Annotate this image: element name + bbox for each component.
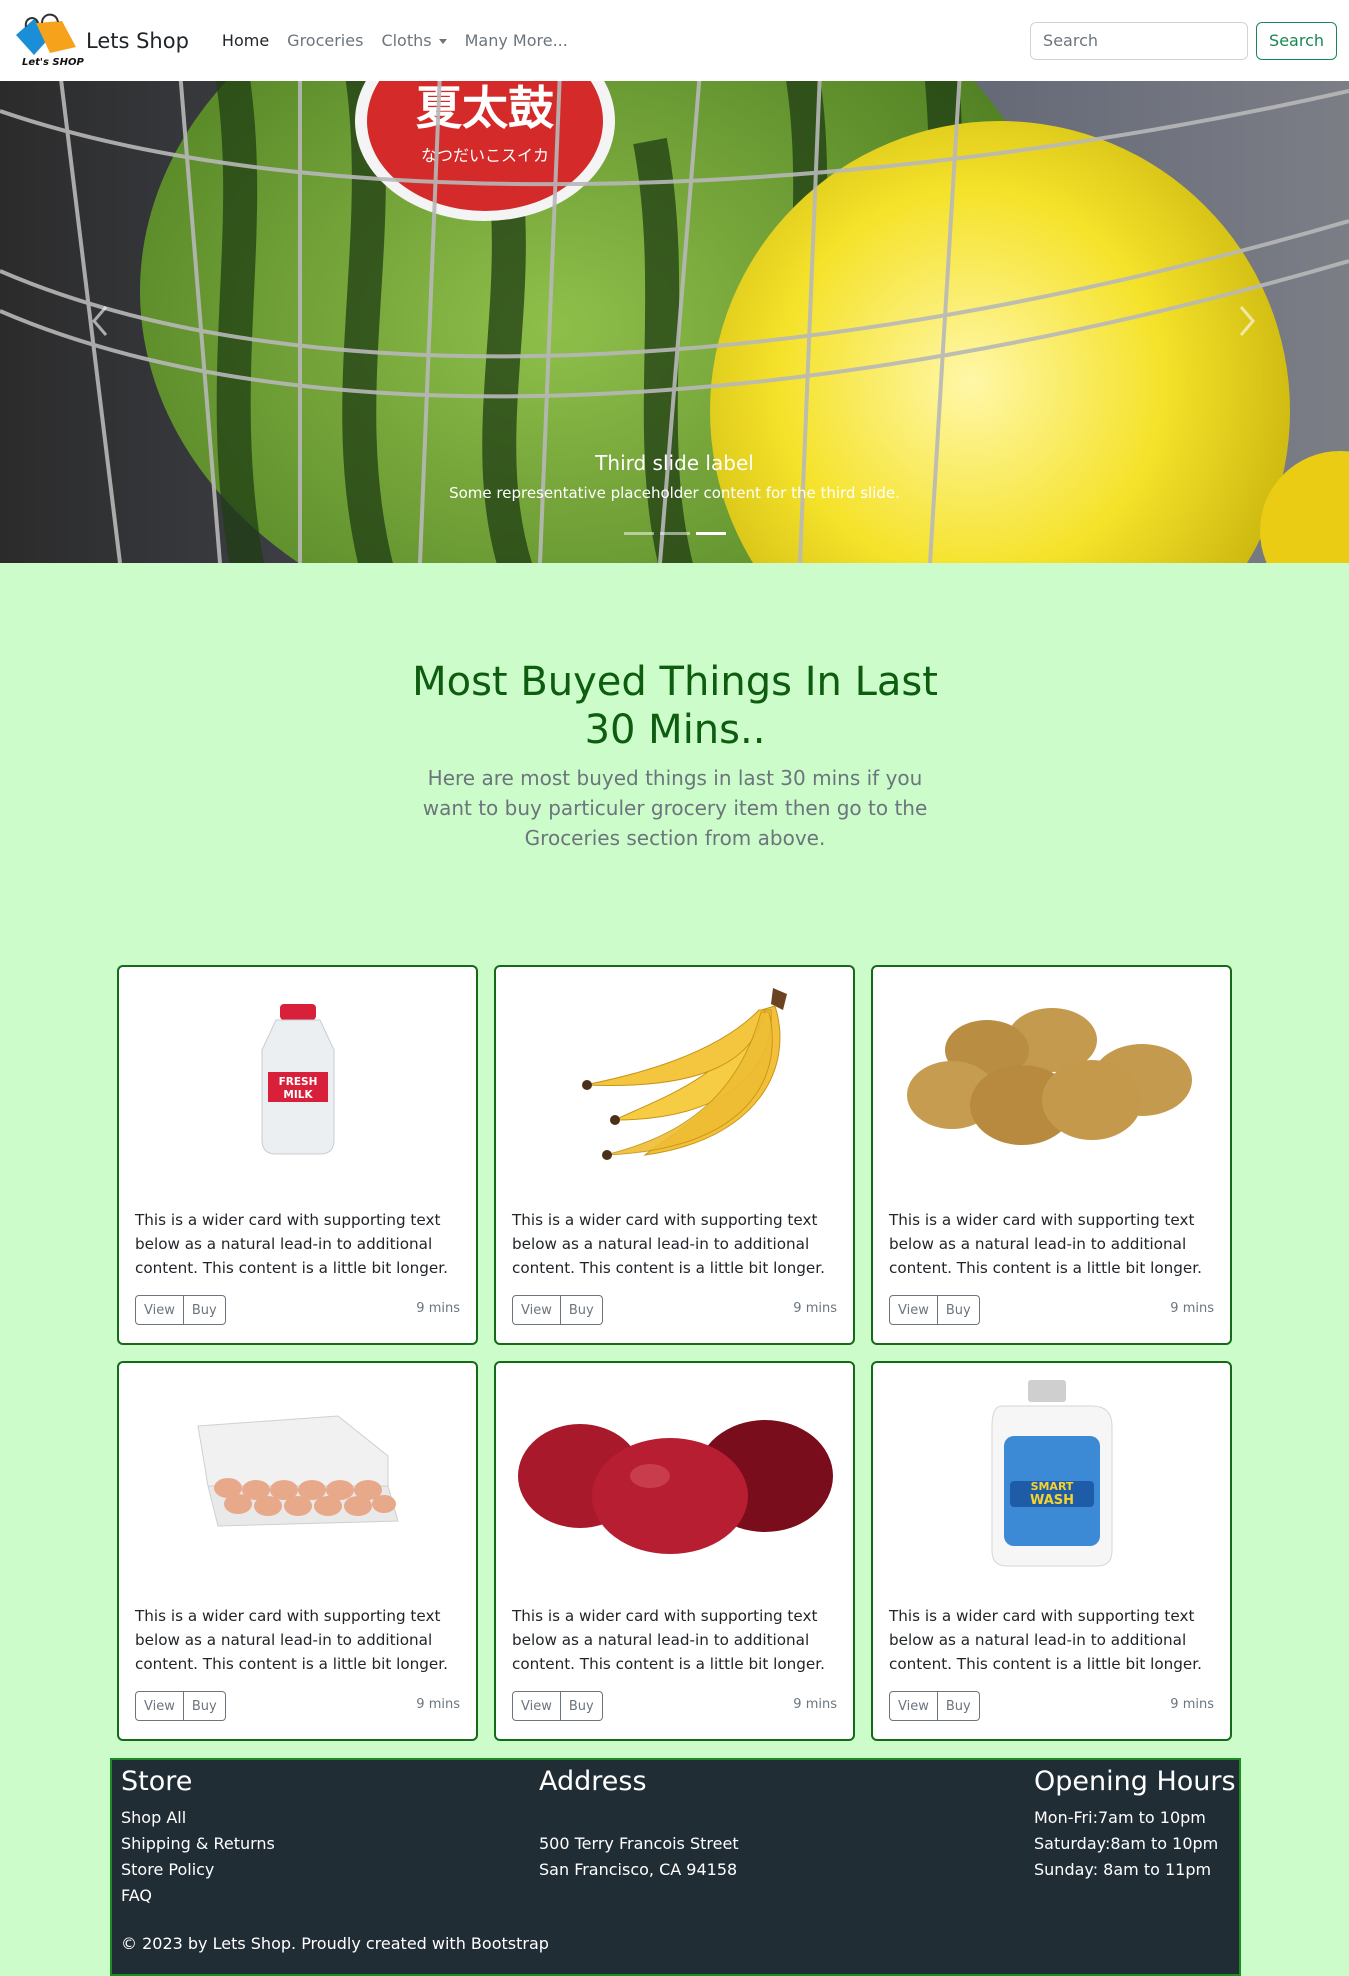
view-button[interactable]: View [889,1295,938,1325]
product-card-potatoes: This is a wider card with supporting tex… [871,965,1232,1345]
footer-link-store-policy[interactable]: Store Policy [121,1857,275,1883]
detergent-label-line2: WASH [1029,1493,1073,1508]
brand-name[interactable]: Lets Shop [86,29,189,53]
milk-label-line2: MILK [283,1089,313,1101]
nav-links: Home Groceries Cloths Many More... [213,31,577,50]
view-button[interactable]: View [512,1691,561,1721]
product-image-potatoes [873,967,1230,1192]
footer-store-title: Store [121,1766,193,1797]
footer-address-title: Address [539,1766,647,1797]
footer-link-shop-all[interactable]: Shop All [121,1805,275,1831]
carousel-indicator-2[interactable] [660,532,690,535]
card-text: This is a wider card with supporting tex… [889,1211,1202,1277]
card-button-group: View Buy [512,1295,603,1325]
top-navbar: Let's SHOP Lets Shop Home Groceries Clot… [0,0,1349,81]
footer-address-column: Address 500 Terry Francois Street San Fr… [539,1760,739,1883]
site-footer: Store Shop All Shipping & Returns Store … [110,1758,1241,1976]
footer-hours-column: Opening Hours Mon-Fri:7am to 10pm Saturd… [1034,1760,1236,1883]
search-input[interactable] [1030,21,1249,60]
shop-logo[interactable]: Let's SHOP [12,9,84,73]
milk-bottle-image: FRESH MILK [261,1003,334,1154]
card-text: This is a wider card with supporting tex… [889,1607,1202,1673]
carousel-caption-title: Third slide label [595,451,754,475]
section-title: Most Buyed Things In Last 30 Mins.. [412,659,938,753]
caret-down-icon [438,39,447,44]
chevron-left-icon [92,306,108,336]
logo-text: Let's SHOP [22,56,84,68]
nav-link-many-more[interactable]: Many More... [456,31,577,50]
product-image-apples [496,1363,853,1588]
product-card-eggs: This is a wider card with supporting tex… [117,1361,478,1741]
card-button-group: View Buy [512,1691,603,1721]
footer-hours-line: Sunday: 8am to 11pm [1034,1860,1212,1879]
product-card-apples: This is a wider card with supporting tex… [494,1361,855,1741]
footer-store-column: Store Shop All Shipping & Returns Store … [121,1760,275,1909]
product-image-detergent: SMART WASH [873,1363,1230,1588]
view-button[interactable]: View [512,1295,561,1325]
carousel-indicators [624,532,726,535]
carousel-caption-text: Some representative placeholder content … [449,484,900,502]
product-image-bananas [496,967,853,1192]
carousel-indicator-1[interactable] [624,532,654,535]
bananas-image [581,987,787,1160]
product-card-detergent: SMART WASH This is a wider card with sup… [871,1361,1232,1741]
milk-label-line1: FRESH [278,1076,317,1088]
time-ago: 9 mins [1170,1697,1214,1712]
carousel-indicator-3[interactable] [696,532,726,535]
eggs-carton-image [196,1414,399,1527]
footer-link-faq[interactable]: FAQ [121,1883,275,1909]
carousel-next-button[interactable] [1227,291,1267,351]
card-text: This is a wider card with supporting tex… [135,1607,448,1673]
card-button-group: View Buy [135,1295,226,1325]
buy-button[interactable]: Buy [937,1691,980,1721]
detergent-label-line1: SMART [1030,1480,1073,1493]
nav-link-groceries[interactable]: Groceries [278,31,372,50]
view-button[interactable]: View [135,1295,184,1325]
card-button-group: View Buy [889,1691,980,1721]
carousel-prev-button[interactable] [80,291,120,351]
time-ago: 9 mins [416,1301,460,1316]
card-button-group: View Buy [889,1295,980,1325]
card-text: This is a wider card with supporting tex… [135,1211,448,1277]
view-button[interactable]: View [889,1691,938,1721]
time-ago: 9 mins [793,1697,837,1712]
chevron-right-icon [1239,306,1255,336]
footer-link-shipping-returns[interactable]: Shipping & Returns [121,1831,275,1857]
product-card-milk: FRESH MILK This is a wider card with sup… [117,965,478,1345]
buy-button[interactable]: Buy [560,1295,603,1325]
buy-button[interactable]: Buy [183,1691,226,1721]
time-ago: 9 mins [416,1697,460,1712]
footer-copyright: © 2023 by Lets Shop. Proudly created wit… [121,1934,549,1953]
search-button[interactable]: Search [1256,21,1337,60]
potatoes-image [906,1007,1192,1145]
time-ago: 9 mins [793,1301,837,1316]
buy-button[interactable]: Buy [183,1295,226,1325]
nav-link-cloths-label: Cloths [381,31,432,50]
buy-button[interactable]: Buy [937,1295,980,1325]
card-button-group: View Buy [135,1691,226,1721]
product-image-milk: FRESH MILK [119,967,476,1192]
melon-label-subtext: なつだいこスイカ [421,146,549,165]
footer-hours-line: Mon-Fri:7am to 10pm [1034,1808,1206,1827]
footer-address-line: San Francisco, CA 94158 [539,1860,738,1879]
buy-button[interactable]: Buy [560,1691,603,1721]
product-card-bananas: This is a wider card with supporting tex… [494,965,855,1345]
search-form: Search [1030,21,1337,60]
nav-link-cloths[interactable]: Cloths [372,31,455,50]
time-ago: 9 mins [1170,1301,1214,1316]
nav-link-home[interactable]: Home [213,31,278,50]
card-text: This is a wider card with supporting tex… [512,1607,825,1673]
footer-address-line: 500 Terry Francois Street [539,1834,739,1853]
hero-carousel: 夏太鼓 なつだいこスイカ Third slide label Some repr… [0,81,1349,563]
section-subtitle: Here are most buyed things in last 30 mi… [422,766,928,850]
detergent-bottle-image: SMART WASH [991,1379,1112,1566]
apples-image [517,1419,833,1554]
view-button[interactable]: View [135,1691,184,1721]
footer-hours-title: Opening Hours [1034,1766,1236,1797]
card-text: This is a wider card with supporting tex… [512,1211,825,1277]
product-image-eggs [119,1363,476,1588]
footer-hours-line: Saturday:8am to 10pm [1034,1834,1219,1853]
